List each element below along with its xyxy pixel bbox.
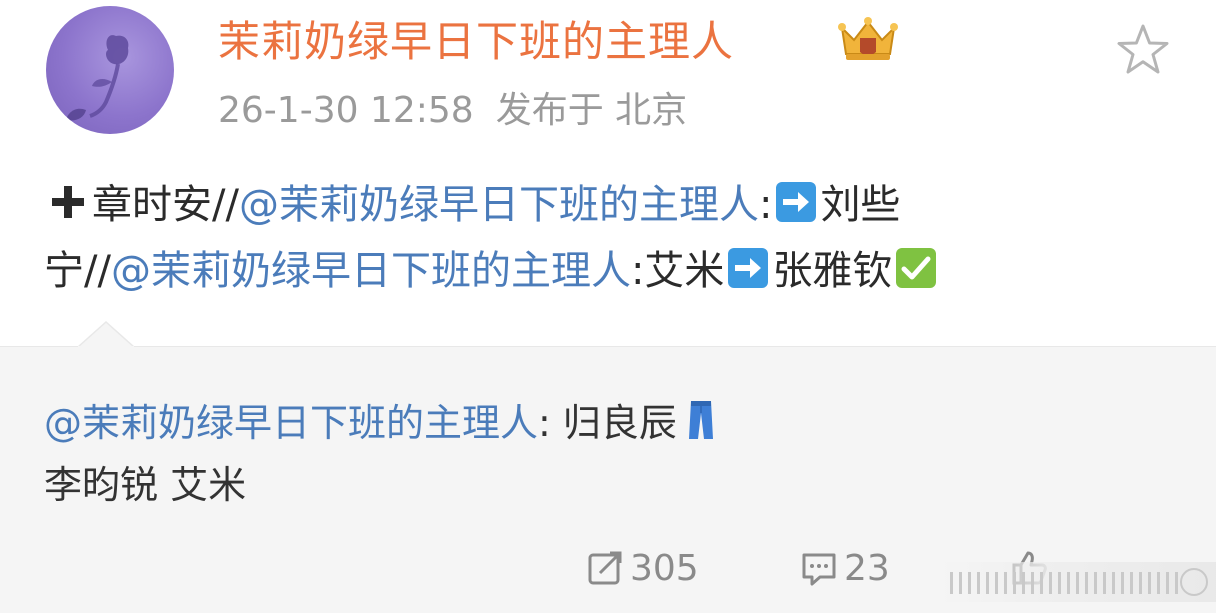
- star-icon[interactable]: [1114, 22, 1172, 78]
- repost-button[interactable]: 305: [586, 540, 699, 596]
- mention-link[interactable]: @茉莉奶绿早日下班的主理人: [111, 248, 631, 294]
- content-text: 章时安//: [92, 182, 239, 228]
- content-text: :艾米: [630, 248, 725, 294]
- retweet-text: : 归良辰: [538, 401, 677, 445]
- comment-count: 23: [844, 547, 890, 589]
- rose-avatar-icon: [66, 35, 129, 121]
- avatar[interactable]: [46, 6, 174, 134]
- retweet-line-2: 李昀锐 艾米: [44, 463, 247, 507]
- retweet-content: @茉莉奶绿早日下班的主理人: 归良辰 李昀锐 艾米: [44, 392, 1184, 516]
- content-line-2: 宁//@茉莉奶绿早日下班的主理人:艾米 张雅钦: [44, 238, 1184, 304]
- comment-button[interactable]: 23: [800, 540, 890, 596]
- jeans-emoji-icon: [679, 398, 723, 442]
- crown-badge-icon: [836, 14, 900, 66]
- plus-emoji-icon: [46, 180, 90, 224]
- content-text: 刘些: [820, 182, 901, 228]
- mention-link[interactable]: @茉莉奶绿早日下班的主理人: [239, 182, 759, 228]
- username[interactable]: 茉莉奶绿早日下班的主理人: [218, 16, 734, 68]
- retweet-pointer: [78, 320, 134, 348]
- repost-count: 305: [630, 547, 699, 589]
- repost-icon: [588, 551, 622, 585]
- mention-link[interactable]: @茉莉奶绿早日下班的主理人: [44, 401, 538, 445]
- watermark-overlay: [940, 562, 1216, 602]
- post-location: 发布于 北京: [495, 90, 688, 131]
- right-arrow-emoji-icon: [774, 180, 818, 224]
- comment-icon: [802, 553, 836, 586]
- check-mark-emoji-icon: [894, 246, 938, 290]
- content-line-1: 章时安//@茉莉奶绿早日下班的主理人: 刘些: [44, 172, 1184, 238]
- content-text: :: [758, 182, 773, 228]
- post-meta: 26-1-30 12:58 发布于 北京: [218, 88, 687, 134]
- right-arrow-emoji-icon: [726, 246, 770, 290]
- content-text: 张雅钦: [772, 248, 893, 294]
- content-text: 宁//: [44, 248, 111, 294]
- post-content: 章时安//@茉莉奶绿早日下班的主理人: 刘些 宁//@茉莉奶绿早日下班的主理人:…: [44, 172, 1184, 304]
- retweet-line-1: @茉莉奶绿早日下班的主理人: 归良辰: [44, 392, 1184, 454]
- post-timestamp: 26-1-30 12:58: [218, 90, 474, 131]
- weibo-post-card: 茉莉奶绿早日下班的主理人 26-1-30 12:58 发布于 北京 章时安//@茉…: [0, 0, 1216, 613]
